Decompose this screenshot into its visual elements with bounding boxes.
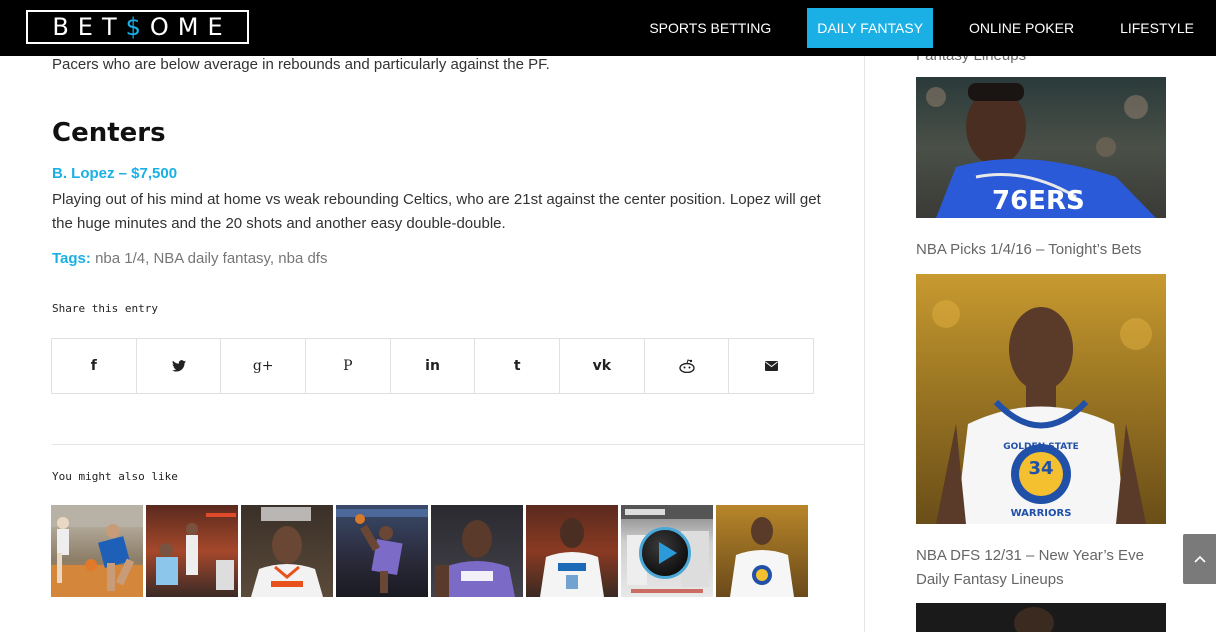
sidebar: Fantasy Lineups 76ERS NBA Picks 1/4/16 –… — [866, 47, 1216, 632]
player-image — [1014, 607, 1054, 632]
related-posts — [51, 505, 808, 597]
share-tumblr-button[interactable]: t — [475, 339, 561, 393]
related-thumb[interactable] — [241, 505, 333, 597]
jersey-word: WARRIORS — [1011, 508, 1072, 519]
jersey-text: 76ERS — [992, 186, 1085, 216]
linkedin-icon: in — [425, 358, 440, 374]
sidebar-caption-nba-picks[interactable]: NBA Picks 1/4/16 – Tonight’s Bets — [916, 238, 1176, 262]
player-image — [540, 518, 604, 597]
player-image — [435, 520, 515, 597]
share-twitter-button[interactable] — [137, 339, 222, 393]
jersey-number: 34 — [1028, 458, 1053, 479]
section-divider — [52, 444, 865, 445]
tags-row: Tags: nba 1/4, NBA daily fantasy, nba df… — [52, 250, 328, 267]
related-thumb[interactable] — [716, 505, 808, 597]
related-thumb[interactable] — [51, 505, 143, 597]
share-mail-button[interactable] — [729, 339, 813, 393]
share-label: Share this entry — [52, 302, 158, 315]
player-image: 76ERS — [926, 83, 1156, 218]
related-thumb[interactable] — [146, 505, 238, 597]
site-logo[interactable]: BET$OME — [26, 10, 249, 44]
sidebar-image-76ers[interactable]: 76ERS — [916, 77, 1166, 218]
related-thumb[interactable] — [621, 505, 713, 597]
tags-label: Tags: — [52, 250, 91, 267]
sidebar-image-next[interactable] — [916, 603, 1166, 632]
related-label: You might also like — [52, 470, 178, 483]
tumblr-icon: t — [513, 358, 521, 374]
sidebar-caption-nba-dfs[interactable]: NBA DFS 12/31 – New Year’s Eve Daily Fan… — [916, 544, 1176, 592]
player-description: Playing out of his mind at home vs weak … — [52, 191, 821, 232]
play-button-icon[interactable] — [639, 527, 691, 579]
nav-daily-fantasy[interactable]: DAILY FANTASY — [807, 8, 934, 48]
tag-link[interactable]: nba dfs — [278, 250, 327, 267]
tag-link[interactable]: NBA daily fantasy — [153, 250, 269, 267]
player-image — [251, 507, 323, 597]
related-thumb[interactable] — [526, 505, 618, 597]
chevron-up-icon — [1193, 555, 1206, 563]
google-plus-icon: g+ — [252, 358, 274, 374]
share-reddit-button[interactable] — [645, 339, 730, 393]
player-image — [336, 509, 428, 593]
sidebar-image-warriors[interactable]: GOLDEN STATE 34 WARRIORS — [916, 274, 1166, 524]
main-nav: SPORTS BETTING DAILY FANTASY ONLINE POKE… — [626, 0, 1216, 56]
player-image — [730, 517, 794, 597]
logo-text: BET$OME — [52, 13, 232, 41]
intro-text: Pacers who are below average in rebounds… — [52, 56, 550, 73]
facebook-icon: f — [90, 358, 97, 374]
share-facebook-button[interactable]: f — [52, 339, 137, 393]
player-image — [51, 505, 143, 597]
related-thumb[interactable] — [431, 505, 523, 597]
section-title-centers: Centers — [52, 118, 166, 148]
twitter-icon — [171, 360, 186, 372]
player-image — [156, 513, 236, 590]
share-google-plus-button[interactable]: g+ — [221, 339, 307, 393]
mail-icon — [764, 361, 778, 371]
vk-icon: vk — [592, 358, 612, 374]
share-bar: f g+ P in t vk — [51, 338, 814, 394]
site-header: BET$OME SPORTS BETTING DAILY FANTASY ONL… — [0, 0, 1216, 56]
share-vk-button[interactable]: vk — [560, 339, 645, 393]
pinterest-icon: P — [343, 358, 353, 374]
tag-link[interactable]: nba 1/4 — [95, 250, 145, 267]
reddit-icon — [678, 359, 695, 373]
nav-lifestyle[interactable]: LIFESTYLE — [1110, 8, 1204, 48]
share-pinterest-button[interactable]: P — [306, 339, 391, 393]
share-linkedin-button[interactable]: in — [391, 339, 476, 393]
player-link-lopez[interactable]: B. Lopez – $7,500 — [52, 165, 177, 182]
nav-online-poker[interactable]: ONLINE POKER — [959, 8, 1084, 48]
article-content: Pacers who are below average in rebounds… — [0, 56, 865, 632]
player-image: GOLDEN STATE 34 WARRIORS — [932, 300, 1152, 524]
related-thumb[interactable] — [336, 505, 428, 597]
nav-sports-betting[interactable]: SPORTS BETTING — [639, 8, 781, 48]
scroll-to-top-button[interactable] — [1183, 534, 1216, 584]
